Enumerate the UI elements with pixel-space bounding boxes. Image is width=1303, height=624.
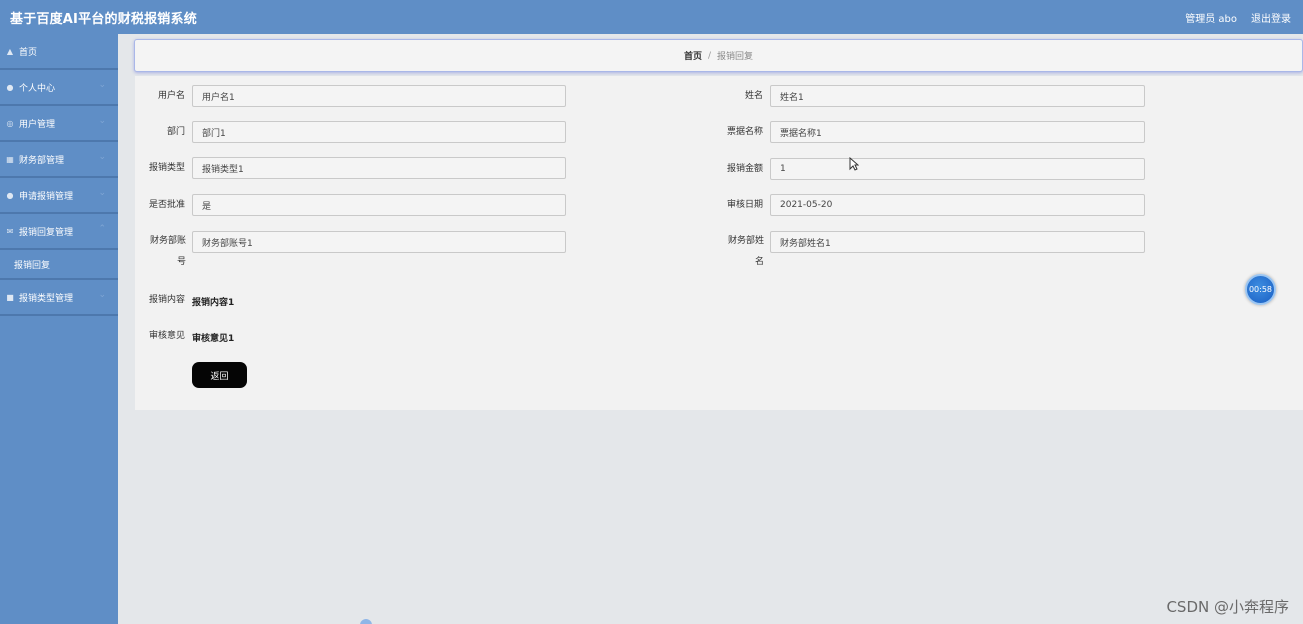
approved-field[interactable] — [192, 194, 566, 216]
finance-account-field[interactable] — [192, 231, 566, 253]
sidebar-item-personal[interactable]: ● 个人中心 ⌄ — [0, 70, 118, 106]
breadcrumb-home[interactable]: 首页 — [684, 49, 702, 62]
review-date-label: 审核日期 — [726, 200, 763, 210]
type-label: 报销类型 — [148, 163, 185, 173]
dept-field[interactable] — [192, 121, 566, 143]
opinion-label: 审核意见 — [148, 331, 185, 341]
timer-badge[interactable]: 00:58 — [1245, 274, 1276, 305]
app-title: 基于百度AI平台的财税报销系统 — [10, 12, 197, 27]
mic-icon: ◎ — [6, 118, 14, 128]
type-field[interactable] — [192, 157, 566, 179]
watermark: CSDN @小奔程序 — [1166, 598, 1289, 616]
back-button[interactable]: 返回 — [192, 362, 247, 388]
sidebar-item-label: 首页 — [19, 47, 38, 58]
person-icon: ● — [6, 190, 14, 200]
sidebar-item-finance[interactable]: ▦ 财务部管理 ⌄ — [0, 142, 118, 178]
approved-label: 是否批准 — [148, 200, 185, 210]
receipt-label: 票据名称 — [726, 127, 763, 137]
review-date-field[interactable] — [770, 194, 1145, 216]
breadcrumb-separator: / — [707, 50, 712, 61]
chevron-down-icon: ⌄ — [98, 80, 106, 90]
sidebar-subitem-reply[interactable]: 报销回复 — [0, 250, 118, 280]
sidebar-subitem-label: 报销回复 — [14, 260, 51, 271]
name-label: 姓名 — [744, 91, 763, 101]
sidebar-item-reply[interactable]: ✉ 报销回复管理 ⌃ — [0, 214, 118, 250]
username-label: 用户名 — [157, 91, 185, 101]
sidebar-item-label: 报销回复管理 — [19, 227, 74, 238]
sidebar-item-types[interactable]: ■ 报销类型管理 ⌄ — [0, 280, 118, 316]
content-value: 报销内容1 — [192, 298, 235, 308]
trash-icon: ■ — [6, 292, 14, 302]
sidebar-item-label: 个人中心 — [19, 83, 56, 94]
content-label: 报销内容 — [148, 295, 185, 305]
grid-icon: ▦ — [6, 154, 14, 164]
finance-name-label: 财务部姓名 — [727, 236, 764, 267]
floating-dot — [360, 619, 372, 624]
chevron-down-icon: ⌄ — [98, 116, 106, 126]
user-icon: ● — [6, 82, 14, 92]
amount-label: 报销金额 — [726, 164, 763, 174]
username-field[interactable] — [192, 85, 566, 107]
chevron-down-icon: ⌄ — [98, 188, 106, 198]
chevron-up-icon: ⌃ — [98, 224, 106, 234]
chevron-down-icon: ⌄ — [98, 152, 106, 162]
mail-icon: ✉ — [6, 226, 14, 236]
breadcrumb-current: 报销回复 — [717, 52, 754, 62]
name-field[interactable] — [770, 85, 1145, 107]
finance-account-label: 财务部账号 — [149, 236, 186, 267]
finance-name-field[interactable] — [770, 231, 1145, 253]
logout-link[interactable]: 退出登录 — [1251, 10, 1291, 25]
opinion-value: 审核意见1 — [192, 334, 235, 344]
sidebar: ▲ 首页 ● 个人中心 ⌄ ◎ 用户管理 ⌄ ▦ 财务部管理 ⌄ ● 申请报销管… — [0, 34, 118, 624]
home-icon: ▲ — [6, 46, 14, 56]
sidebar-item-label: 用户管理 — [19, 119, 56, 130]
breadcrumb: 首页 / 报销回复 — [134, 39, 1303, 72]
top-header: 基于百度AI平台的财税报销系统 管理员 abo 退出登录 — [0, 0, 1303, 34]
dept-label: 部门 — [166, 127, 185, 137]
detail-panel: 用户名 姓名 部门 票据名称 报销类型 报销金额 是否批准 审核日期 财务部账号… — [135, 76, 1303, 410]
chevron-down-icon: ⌄ — [98, 290, 106, 300]
mouse-cursor-icon — [849, 157, 859, 171]
sidebar-item-label: 财务部管理 — [19, 155, 65, 166]
receipt-field[interactable] — [770, 121, 1145, 143]
sidebar-item-label: 申请报销管理 — [19, 191, 74, 202]
current-user: 管理员 abo — [1185, 14, 1237, 25]
sidebar-item-apply[interactable]: ● 申请报销管理 ⌄ — [0, 178, 118, 214]
amount-field[interactable] — [770, 158, 1145, 180]
sidebar-item-label: 报销类型管理 — [19, 293, 74, 304]
sidebar-item-home[interactable]: ▲ 首页 — [0, 34, 118, 70]
sidebar-item-users[interactable]: ◎ 用户管理 ⌄ — [0, 106, 118, 142]
